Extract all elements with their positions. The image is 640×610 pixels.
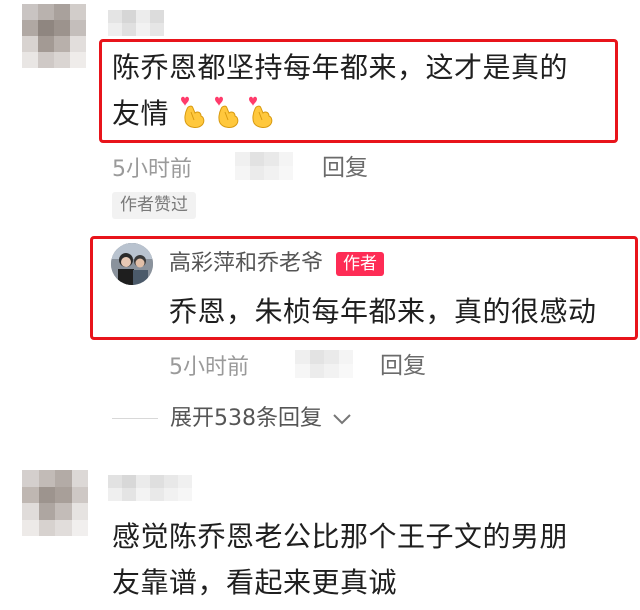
emoji-row bbox=[178, 96, 280, 130]
author-username[interactable]: 高彩萍和乔老爷 bbox=[169, 251, 323, 276]
expand-replies-button[interactable]: 展开538条回复 bbox=[170, 404, 353, 434]
expand-replies-label: 展开538条回复 bbox=[170, 406, 322, 431]
reply-header: 高彩萍和乔老爷 作者 bbox=[169, 250, 385, 278]
comment-text-line2-text: 友情 bbox=[112, 97, 170, 130]
commenter-avatar[interactable] bbox=[22, 4, 86, 68]
author-liked-tag: 作者赞过 bbox=[112, 192, 196, 219]
author-avatar-image bbox=[111, 243, 153, 285]
expand-divider bbox=[112, 418, 158, 419]
finger-heart-emoji-icon bbox=[181, 96, 205, 128]
finger-heart-emoji-icon bbox=[215, 96, 239, 128]
comment-text-line1: 陈乔恩都坚持每年都来，这才是真的 bbox=[112, 51, 569, 84]
chevron-down-icon bbox=[333, 414, 351, 425]
commenter-name[interactable] bbox=[108, 10, 164, 36]
commenter-name[interactable] bbox=[108, 475, 192, 501]
comment-text-line2: 友靠谱，看起来更真诚 bbox=[112, 566, 398, 599]
comment-text-line2: 友情 bbox=[112, 92, 280, 136]
blurred-location bbox=[235, 152, 293, 180]
author-avatar[interactable] bbox=[111, 243, 153, 285]
author-badge: 作者 bbox=[336, 252, 385, 276]
reply-button[interactable]: 回复 bbox=[322, 148, 368, 182]
finger-heart-emoji-icon bbox=[249, 96, 273, 128]
blurred-location bbox=[295, 350, 353, 378]
comment-text-line1: 感觉陈乔恩老公比那个王子文的男朋 bbox=[112, 520, 569, 553]
reply-button[interactable]: 回复 bbox=[380, 346, 426, 380]
reply-time: 5小时前 bbox=[169, 355, 249, 380]
commenter-avatar[interactable] bbox=[22, 470, 88, 536]
reply-text: 乔恩，朱桢每年都来，真的很感动 bbox=[169, 295, 597, 328]
comment-time: 5小时前 bbox=[112, 157, 192, 182]
